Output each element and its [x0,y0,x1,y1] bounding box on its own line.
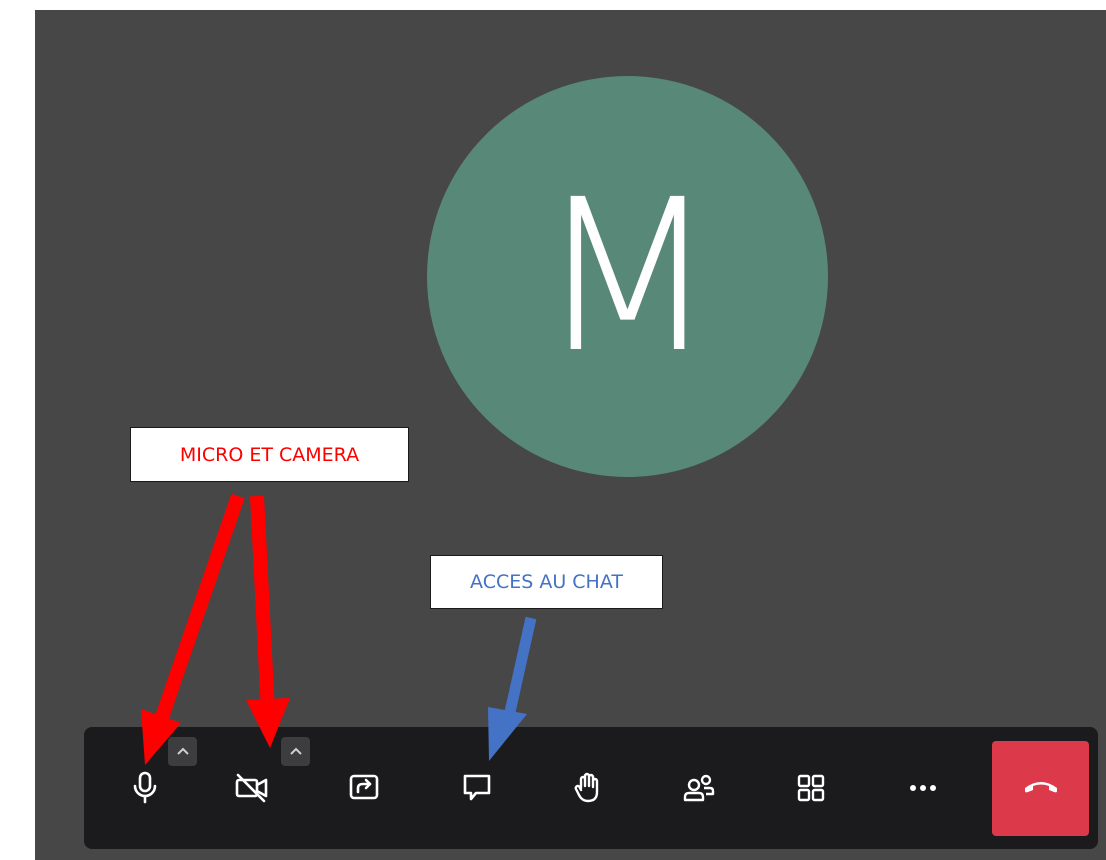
microphone-button[interactable] [115,758,175,818]
grid-view-icon [796,773,826,803]
participants-icon [682,772,716,804]
chat-callout: ACCES AU CHAT [430,555,663,609]
raise-hand-icon [572,771,604,805]
call-toolbar [84,727,1098,849]
hang-up-button[interactable] [992,741,1089,836]
mic-camera-callout: MICRO ET CAMERA [130,427,409,482]
chat-button[interactable] [447,758,507,818]
avatar-initial: M [536,153,719,399]
microphone-options-button[interactable] [168,737,197,766]
raise-hand-button[interactable] [558,758,618,818]
camera-options-button[interactable] [281,737,310,766]
camera-off-icon [234,772,270,804]
camera-button[interactable] [222,758,282,818]
chevron-up-icon [176,743,190,761]
chevron-up-icon [289,743,303,761]
share-screen-icon [347,772,381,804]
microphone-icon [130,771,160,805]
share-screen-button[interactable] [334,758,394,818]
more-options-button[interactable] [893,758,953,818]
more-options-icon [908,783,938,793]
participants-button[interactable] [669,758,729,818]
grid-view-button[interactable] [781,758,841,818]
participant-avatar: M [427,76,828,477]
chat-icon [461,772,493,804]
hang-up-icon [1023,776,1059,801]
